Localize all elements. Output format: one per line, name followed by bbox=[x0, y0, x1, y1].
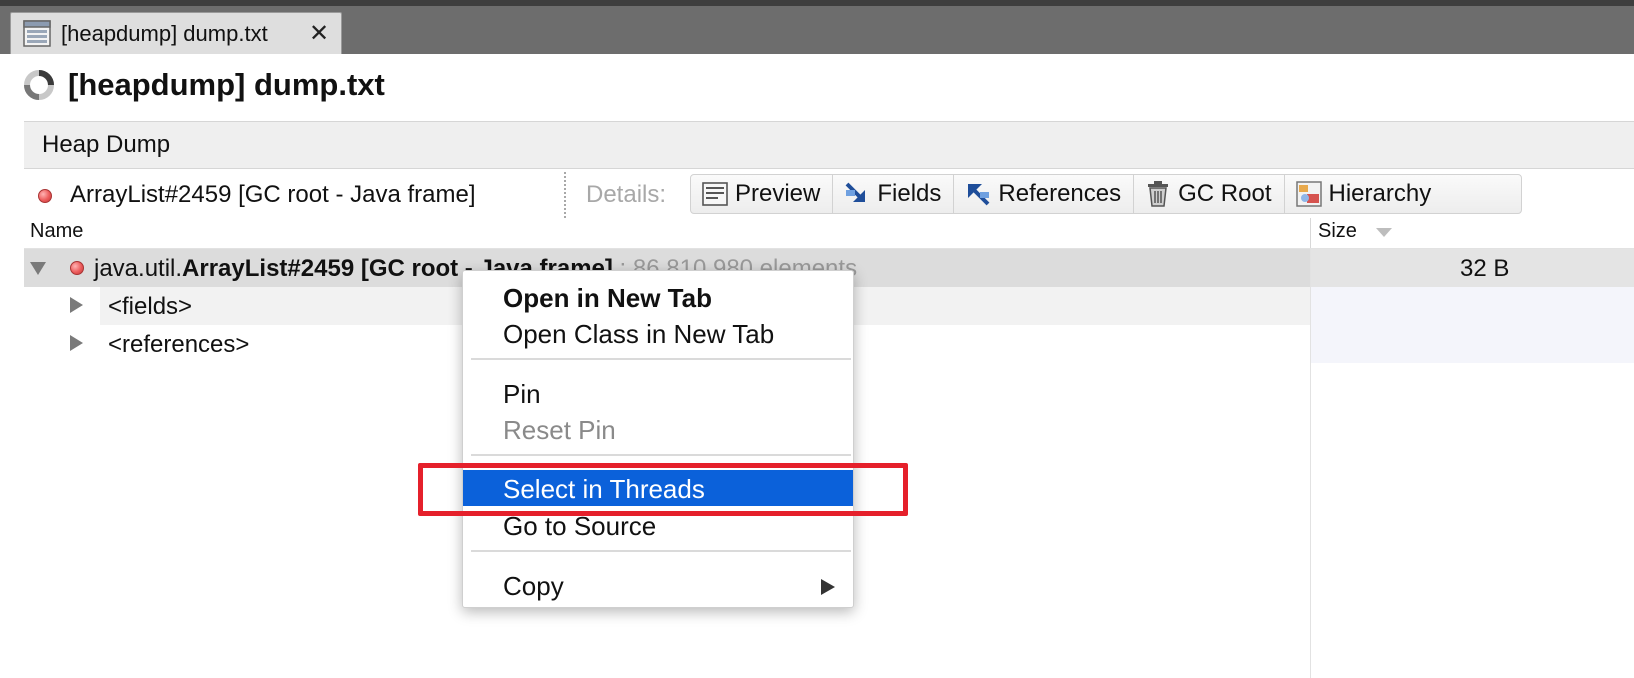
menu-separator bbox=[471, 358, 851, 360]
menu-item-reset-pin: Reset Pin bbox=[463, 411, 853, 447]
size-column-divider bbox=[1310, 249, 1311, 678]
menu-item-pin[interactable]: Pin bbox=[463, 375, 853, 411]
hierarchy-button[interactable]: Hierarchy bbox=[1285, 175, 1444, 213]
hierarchy-icon bbox=[1295, 181, 1322, 207]
expand-arrow-icon[interactable] bbox=[70, 335, 83, 351]
fields-button[interactable]: Fields bbox=[833, 175, 955, 213]
size-cell-background bbox=[1310, 325, 1634, 363]
loading-spinner-icon bbox=[22, 68, 56, 102]
references-label: References bbox=[998, 180, 1122, 207]
selected-object-label: ArrayList#2459 [GC root - Java frame] bbox=[70, 181, 476, 208]
context-menu: Open in New Tab Open Class in New Tab Pi… bbox=[462, 270, 854, 608]
heap-dump-file-icon bbox=[23, 20, 51, 47]
document-tab-title: [heapdump] dump.txt bbox=[61, 21, 268, 46]
hierarchy-label: Hierarchy bbox=[1328, 180, 1432, 207]
highlight-annotation bbox=[418, 463, 908, 516]
size-column-header[interactable]: Size bbox=[1318, 220, 1357, 243]
toolbar-separator bbox=[564, 172, 566, 218]
menu-item-open-class-in-new-tab[interactable]: Open Class in New Tab bbox=[463, 315, 853, 351]
gc-root-label: GC Root bbox=[1178, 180, 1272, 207]
expand-arrow-icon[interactable] bbox=[70, 297, 83, 313]
gc-root-instance-icon bbox=[70, 261, 84, 275]
preview-icon bbox=[702, 182, 728, 206]
preview-button[interactable]: Preview bbox=[691, 175, 834, 213]
menu-item-open-in-new-tab[interactable]: Open in New Tab bbox=[463, 279, 853, 315]
column-divider[interactable] bbox=[1310, 218, 1311, 248]
gc-root-icon bbox=[1148, 181, 1169, 207]
details-label: Details: bbox=[586, 181, 667, 208]
menu-item-label: Copy bbox=[503, 571, 564, 601]
menu-item-label: Open in New Tab bbox=[503, 283, 712, 313]
menu-item-copy[interactable]: Copy bbox=[463, 567, 853, 603]
size-value: 32 B bbox=[1460, 255, 1510, 282]
references-node-label: <references> bbox=[108, 331, 250, 358]
tab-bar-top-border bbox=[0, 0, 1634, 6]
preview-label: Preview bbox=[735, 180, 821, 207]
menu-separator bbox=[471, 454, 851, 456]
close-tab-icon[interactable]: ✕ bbox=[309, 19, 329, 48]
menu-item-label: Pin bbox=[503, 379, 541, 409]
references-icon bbox=[968, 184, 990, 206]
fields-label: Fields bbox=[877, 180, 942, 207]
name-column-header[interactable]: Name bbox=[30, 220, 83, 243]
page-title: [heapdump] dump.txt bbox=[68, 67, 385, 102]
menu-item-label: Open Class in New Tab bbox=[503, 319, 775, 349]
details-toolbar: ArrayList#2459 [GC root - Java frame] De… bbox=[24, 172, 1634, 220]
section-label: Heap Dump bbox=[42, 131, 171, 158]
fields-icon bbox=[845, 182, 866, 202]
submenu-arrow-icon bbox=[821, 579, 835, 595]
collapse-arrow-icon[interactable] bbox=[30, 262, 46, 275]
heap-dump-section-header[interactable]: Heap Dump bbox=[24, 121, 1634, 169]
size-cell-background bbox=[1310, 287, 1634, 325]
package-prefix: java.util. bbox=[94, 255, 183, 282]
sort-descending-icon[interactable] bbox=[1376, 228, 1392, 237]
menu-item-label: Reset Pin bbox=[503, 415, 616, 445]
document-tab[interactable]: [heapdump] dump.txt ✕ bbox=[10, 12, 342, 54]
gc-root-instance-icon bbox=[38, 189, 52, 203]
table-header: Name Size bbox=[24, 218, 1634, 249]
details-view-buttons: Preview Fields References GC Root Hierar… bbox=[690, 174, 1522, 214]
menu-separator bbox=[471, 550, 851, 552]
editor-tab-bar: [heapdump] dump.txt ✕ bbox=[0, 0, 1634, 54]
fields-node-label: <fields> bbox=[108, 293, 193, 320]
gc-root-button[interactable]: GC Root bbox=[1134, 175, 1285, 213]
references-button[interactable]: References bbox=[954, 175, 1135, 213]
